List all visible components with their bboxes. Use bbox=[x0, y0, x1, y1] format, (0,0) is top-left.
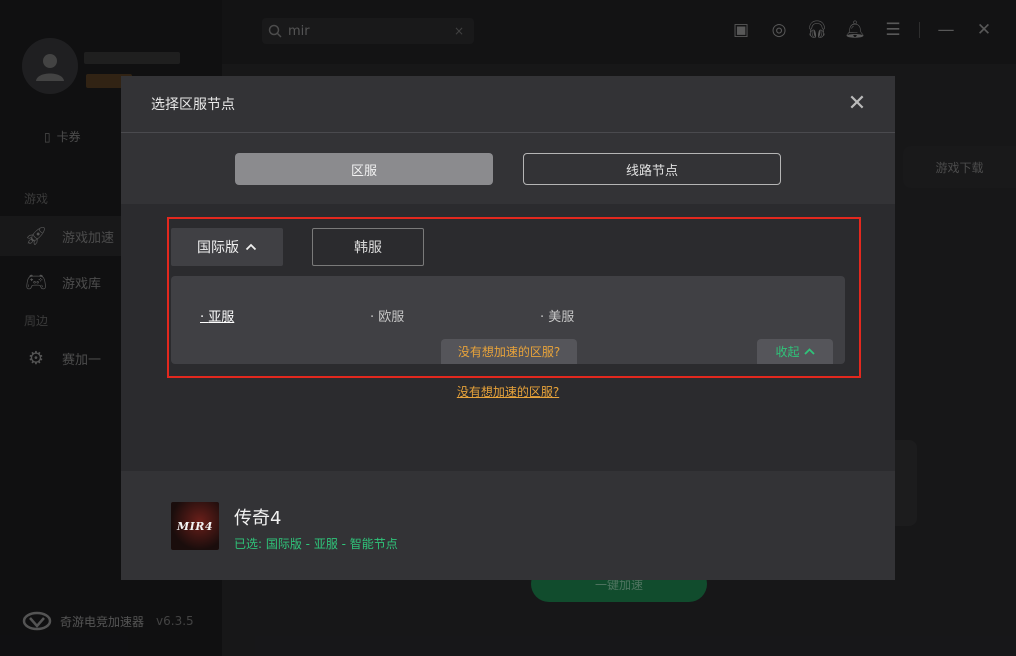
version-tab-label: 国际版 bbox=[197, 240, 239, 256]
chevron-up-icon bbox=[803, 348, 815, 355]
tab-server[interactable]: 区服 bbox=[235, 153, 493, 185]
game-thumbnail-logo: MIR4 bbox=[176, 519, 214, 533]
selected-game-footer: MIR4 传奇4 已选: 国际版 - 亚服 - 智能节点 bbox=[121, 471, 895, 580]
game-name: 传奇4 bbox=[234, 508, 282, 529]
region-label: 美服 bbox=[548, 310, 575, 325]
game-thumbnail: MIR4 bbox=[171, 502, 219, 550]
region-list: · 亚服 · 欧服 · 美服 没有想加速的区服? 收起 bbox=[171, 276, 845, 364]
region-label: 亚服 bbox=[208, 310, 235, 325]
region-select-dialog: 选择区服节点 ✕ 区服 线路节点 国际版 韩服 · 亚服 · 欧服 · 美服 没… bbox=[121, 76, 895, 580]
no-region-link-text: 没有想加速的区服? bbox=[456, 385, 560, 399]
dialog-header: 选择区服节点 ✕ bbox=[121, 76, 895, 133]
version-tab-korea[interactable]: 韩服 bbox=[312, 228, 424, 266]
no-region-tooltip[interactable]: 没有想加速的区服? bbox=[441, 339, 577, 364]
dialog-close-icon[interactable]: ✕ bbox=[847, 93, 867, 115]
region-option-europe[interactable]: · 欧服 bbox=[370, 306, 404, 325]
collapse-button[interactable]: 收起 bbox=[757, 339, 833, 364]
region-option-america[interactable]: · 美服 bbox=[540, 306, 574, 325]
tab-route-node[interactable]: 线路节点 bbox=[523, 153, 781, 185]
no-region-link[interactable]: 没有想加速的区服? bbox=[121, 383, 895, 400]
chevron-up-icon bbox=[245, 243, 257, 251]
dialog-title: 选择区服节点 bbox=[151, 97, 235, 113]
region-label: 欧服 bbox=[378, 310, 405, 325]
selection-summary: 已选: 国际版 - 亚服 - 智能节点 bbox=[234, 537, 398, 551]
collapse-label: 收起 bbox=[775, 345, 800, 359]
version-tab-international[interactable]: 国际版 bbox=[171, 228, 283, 266]
region-option-asia[interactable]: · 亚服 bbox=[200, 306, 234, 325]
